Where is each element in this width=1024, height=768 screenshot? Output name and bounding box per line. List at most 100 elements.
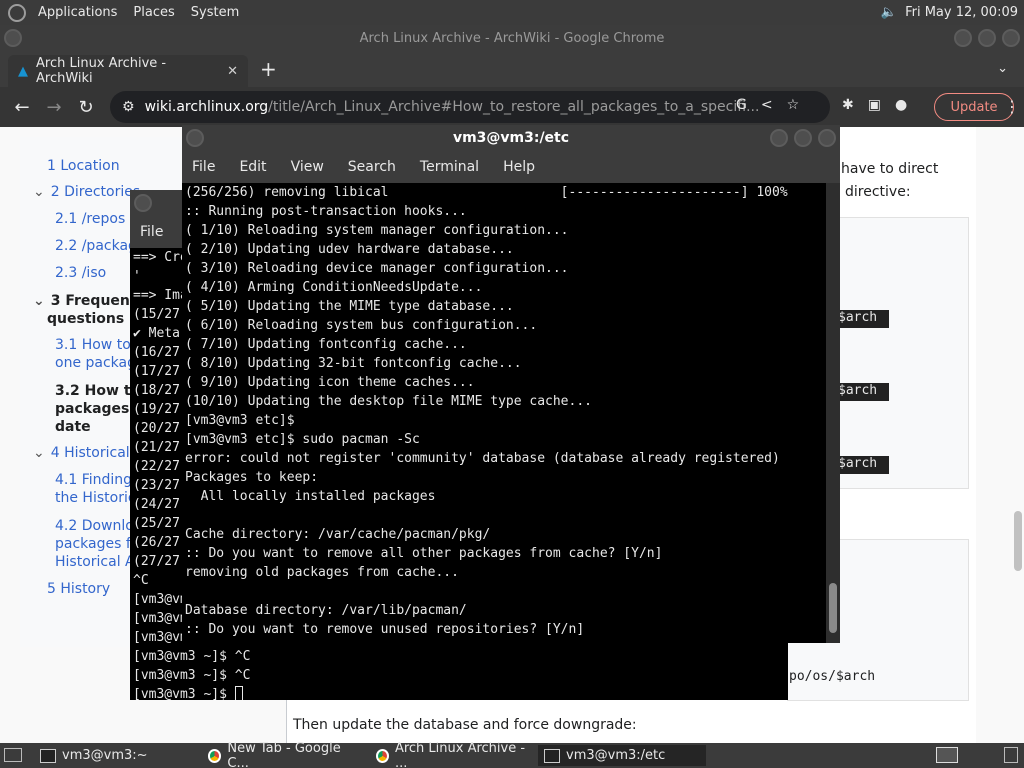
code-fragment: $arch [835, 456, 889, 474]
address-bar[interactable]: ⚙ wiki.archlinux.org/title/Arch_Linux_Ar… [110, 91, 830, 123]
show-desktop-icon[interactable] [4, 748, 22, 762]
terminal-titlebar[interactable]: vm3@vm3:/etc [182, 125, 840, 151]
taskbar-item[interactable]: vm3@vm3:/etc [538, 745, 706, 766]
terminal-line: error: could not register 'community' da… [185, 451, 780, 466]
code-text: po/os/$arch [789, 669, 876, 684]
window-menu-icon[interactable] [134, 194, 152, 212]
site-info-icon[interactable]: ⚙ [122, 99, 135, 115]
terminal-line: [vm3@vm3 etc]$ sudo pacman -Sc [185, 432, 420, 447]
maximize-icon[interactable] [978, 29, 996, 47]
trash-icon[interactable] [1004, 747, 1018, 763]
minimize-icon[interactable] [770, 129, 788, 147]
toc-item[interactable]: Historical Ar [55, 553, 140, 571]
back-icon[interactable]: ← [6, 97, 38, 118]
maximize-icon[interactable] [794, 129, 812, 147]
volume-icon[interactable]: 🔈 [881, 5, 897, 20]
toc-item[interactable]: questions [47, 310, 124, 328]
extensions-icon[interactable]: ✱ [842, 97, 854, 113]
menu-help[interactable]: Help [503, 159, 535, 175]
chrome-menu-icon[interactable]: ⋮ [1004, 97, 1020, 116]
taskbar-item[interactable]: vm3@vm3:~ [34, 745, 196, 766]
collapse-chevron-icon[interactable]: ⌄ [33, 445, 45, 461]
toc-item[interactable]: packages t [55, 400, 141, 418]
toc-item[interactable]: ⌄ 4 Historical A [33, 444, 144, 462]
toc-item[interactable]: 4.1 Finding [55, 471, 132, 489]
url-host: wiki.archlinux.org [144, 99, 269, 115]
taskbar-item[interactable]: Arch Linux Archive - ... [370, 741, 532, 768]
clock[interactable]: Fri May 12, 00:09 [905, 5, 1018, 20]
menu-terminal[interactable]: Terminal [420, 159, 479, 175]
system-menu[interactable]: System [183, 5, 247, 20]
terminal-etc-window[interactable]: vm3@vm3:/etc File Edit View Search Termi… [182, 125, 840, 643]
terminal-line: [vm3@vm3 ~]$ [133, 685, 788, 700]
terminal-line: Packages to keep: [185, 470, 319, 485]
terminal-output[interactable]: (256/256) removing libical [------------… [182, 183, 826, 643]
terminal-line: Database directory: /var/lib/pacman/ [185, 603, 467, 618]
top-panel: Applications Places System 🔈 Fri May 12,… [0, 0, 1024, 25]
chrome-titlebar[interactable]: Arch Linux Archive - ArchWiki - Google C… [0, 25, 1024, 53]
tab-close-icon[interactable]: ✕ [227, 64, 238, 79]
side-panel-icon[interactable]: ▣ [868, 97, 881, 113]
update-button[interactable]: Update [934, 93, 1014, 121]
toc-item[interactable]: 1 Location [47, 157, 120, 175]
applications-menu[interactable]: Applications [30, 5, 125, 20]
menu-edit[interactable]: Edit [239, 159, 266, 175]
scrollbar-thumb[interactable] [829, 583, 837, 633]
tab-archwiki[interactable]: ▲ Arch Linux Archive - ArchWiki ✕ [8, 55, 248, 87]
toc-item[interactable]: 3.1 How to [55, 336, 131, 354]
menu-file[interactable]: File [140, 224, 163, 240]
bookmark-star-icon[interactable]: ☆ [787, 97, 800, 113]
toc-item[interactable]: date [55, 418, 91, 436]
article-text: have to direct [841, 161, 939, 177]
close-icon[interactable] [1002, 29, 1020, 47]
terminal-line: ( 5/10) Updating the MIME type database.… [185, 299, 514, 314]
toc-item[interactable]: packages fr [55, 535, 137, 553]
terminal-line: :: Do you want to remove unused reposito… [185, 622, 585, 637]
terminal-icon [544, 748, 560, 763]
menu-file[interactable]: File [192, 159, 215, 175]
toc-item[interactable]: 5 History [47, 580, 110, 598]
share-icon[interactable]: < [761, 97, 773, 113]
terminal-line: ( 1/10) Reloading system manager configu… [185, 223, 569, 238]
places-menu[interactable]: Places [125, 5, 182, 20]
terminal-line: [vm3@vm3 ~]$ ^C [133, 649, 251, 664]
terminal-line: [vm3@vm3 etc]$ [185, 413, 295, 428]
toc-item[interactable]: one packag [55, 354, 136, 372]
close-icon[interactable] [818, 129, 836, 147]
google-lens-icon[interactable]: G [736, 97, 747, 113]
page-scrollbar[interactable] [1014, 511, 1022, 571]
toc-item[interactable]: 2.1 /repos [55, 210, 125, 228]
new-tab-icon[interactable]: + [260, 57, 277, 81]
forward-icon[interactable]: → [38, 97, 70, 118]
workspace-switcher-icon[interactable] [936, 747, 958, 763]
collapse-chevron-icon[interactable]: ⌄ [33, 293, 45, 309]
terminal-line: ( 6/10) Reloading system bus configurati… [185, 318, 538, 333]
terminal-menubar: File Edit View Search Terminal Help [182, 151, 840, 183]
menu-search[interactable]: Search [348, 159, 396, 175]
tab-title: Arch Linux Archive - ArchWiki [36, 56, 167, 86]
window-menu-icon[interactable] [4, 29, 22, 47]
reload-icon[interactable]: ↻ [70, 97, 102, 118]
toc-item[interactable]: 2.3 /iso [55, 264, 106, 282]
toolbar: ← → ↻ ⚙ wiki.archlinux.org/title/Arch_Li… [0, 87, 1024, 127]
code-fragment: $arch [835, 383, 889, 401]
toc-item[interactable]: 4.2 Downlo [55, 517, 134, 535]
minimize-icon[interactable] [954, 29, 972, 47]
collapse-chevron-icon[interactable]: ⌄ [33, 184, 45, 200]
terminal-scrollbar[interactable] [826, 183, 840, 643]
profile-avatar-icon[interactable]: ● [895, 97, 907, 113]
taskbar-item[interactable]: New Tab - Google C... [202, 741, 364, 768]
toc-item[interactable]: 3.2 How to [55, 382, 140, 400]
tab-search-chevron-icon[interactable]: ⌄ [997, 61, 1008, 76]
code-fragment: $arch [835, 310, 889, 328]
menu-view[interactable]: View [291, 159, 324, 175]
window-menu-icon[interactable] [186, 129, 204, 147]
bottom-panel: vm3@vm3:~ New Tab - Google C... Arch Lin… [0, 741, 1024, 768]
toc-item[interactable]: 2.2 /packag [55, 237, 137, 255]
terminal-line: ( 7/10) Updating fontconfig cache... [185, 337, 467, 352]
toc-item[interactable]: ⌄ 2 Directories [33, 183, 140, 201]
chrome-window-title: Arch Linux Archive - ArchWiki - Google C… [359, 31, 665, 46]
arch-favicon-icon: ▲ [18, 63, 28, 79]
distro-logo-icon[interactable] [8, 3, 26, 22]
terminal-line: removing old packages from cache... [185, 565, 459, 580]
